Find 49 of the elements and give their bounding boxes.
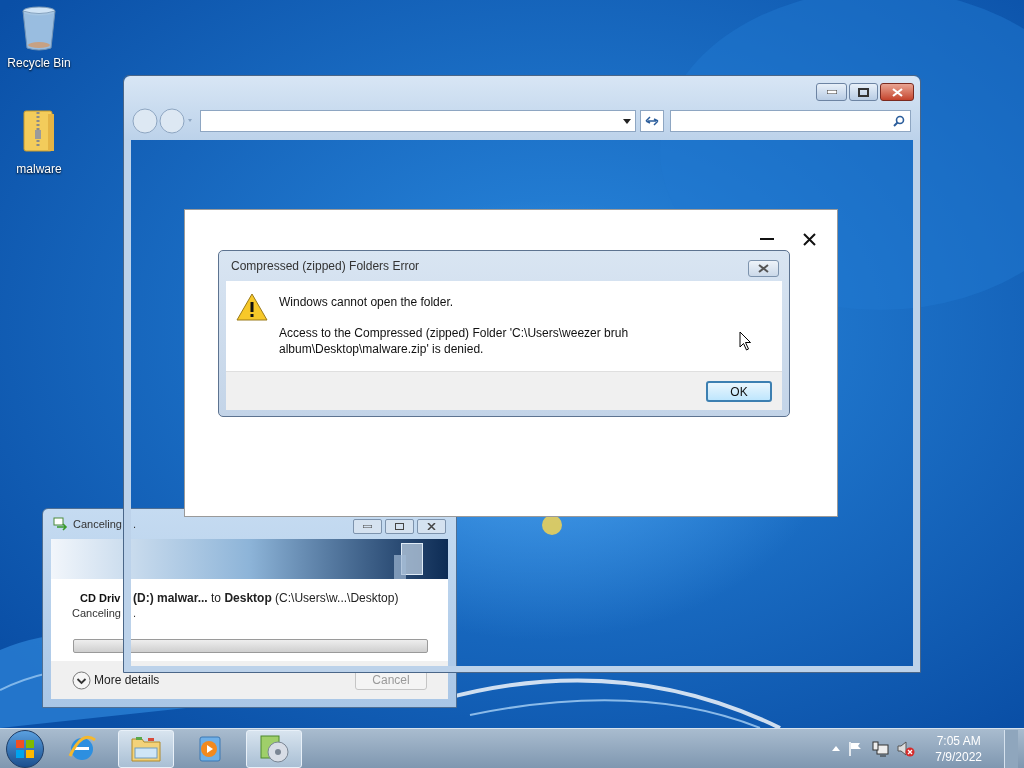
muted-speaker-icon[interactable] (897, 740, 916, 757)
windows-logo-icon (15, 738, 35, 759)
status-text: Canceling (72, 606, 122, 621)
warning-icon (236, 293, 268, 321)
refresh-icon (645, 115, 659, 127)
zip-folder-icon (22, 110, 56, 152)
search-field[interactable] (670, 110, 911, 132)
folder-icon (130, 734, 162, 763)
minimize-button[interactable] (816, 83, 847, 101)
up-arrow-icon[interactable] (832, 746, 841, 751)
desktop-icon-label[interactable]: malware (16, 162, 62, 176)
disc-icon (258, 733, 290, 764)
recycle-bin-icon (21, 6, 57, 52)
show-desktop-button[interactable] (1004, 729, 1018, 768)
close-button[interactable] (748, 260, 779, 277)
dialog-title: . (133, 516, 137, 532)
error-heading: Windows cannot open the folder. (279, 295, 455, 310)
taskbar-button[interactable] (118, 729, 174, 768)
desktop-icon-label[interactable]: Recycle Bin (7, 56, 71, 70)
dropdown-arrow-icon (623, 118, 631, 124)
source-text: CD Driv (80, 591, 122, 606)
minimize-icon (363, 525, 372, 528)
minimize-icon (826, 90, 837, 94)
close-icon (427, 523, 436, 530)
maximize-icon (395, 523, 404, 530)
network-icon[interactable] (872, 740, 890, 757)
dialog-title: Canceling (73, 516, 122, 532)
close-icon (891, 87, 903, 97)
dialog-title: Compressed (zipped) Folders Error (231, 258, 420, 275)
copy-icon (53, 517, 69, 531)
destination-text: (D:) malwar... to Desktop (C:\Users\w...\Desktop) (133, 591, 399, 606)
expand-icon[interactable] (72, 670, 91, 690)
media-player-icon (197, 734, 223, 763)
refresh-button[interactable] (640, 110, 664, 132)
error-message: Access to the Compressed (zipped) Folder 'C:\Users\weezer bruh album\Desktop\malware.zip' is denied. (279, 325, 630, 357)
status-text: . (133, 606, 137, 621)
maximize-icon (858, 87, 869, 97)
ok-button[interactable]: OK (706, 380, 772, 402)
close-icon (758, 264, 769, 273)
maximize-button[interactable] (385, 519, 414, 534)
close-button[interactable] (417, 519, 446, 534)
close-button[interactable] (880, 83, 914, 101)
cursor-icon (739, 331, 753, 352)
more-details-link[interactable]: More details (94, 671, 160, 689)
close-icon[interactable] (803, 233, 816, 246)
maximize-button[interactable] (849, 83, 878, 101)
taskbar-button[interactable] (246, 729, 302, 768)
start-button[interactable] (6, 729, 44, 768)
search-icon (893, 115, 905, 127)
